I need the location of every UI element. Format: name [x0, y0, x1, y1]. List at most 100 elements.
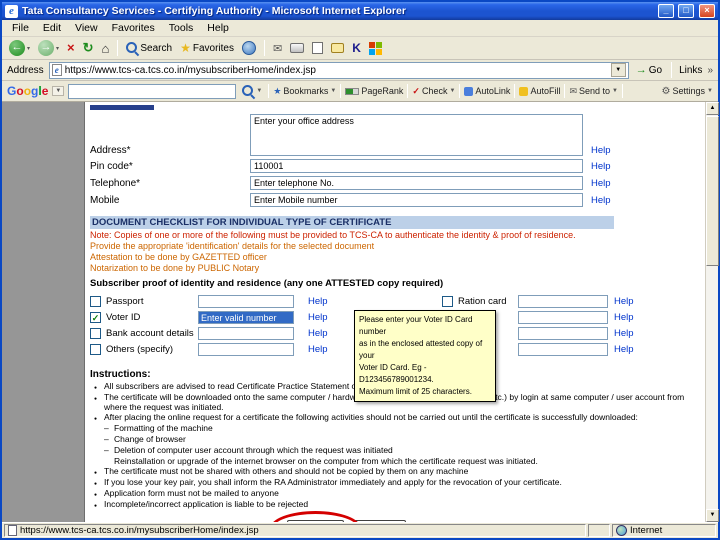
google-autofill-button[interactable]: AutoFill [519, 86, 560, 96]
google-send-to-button[interactable]: Send to▼ [569, 86, 618, 97]
pin-code-field[interactable]: 110001 [250, 159, 583, 173]
forward-icon: → [38, 40, 55, 56]
title-bar[interactable]: e Tata Consultancy Services - Certifying… [2, 2, 718, 20]
doc-number-input[interactable] [518, 294, 608, 308]
help-link[interactable]: Help [591, 145, 611, 156]
menu-item-favorites[interactable]: Favorites [106, 21, 161, 35]
right-doc-item-0: Ration card Help [442, 294, 699, 308]
checkbox-others-specify[interactable] [90, 343, 101, 355]
help-link[interactable]: Help [591, 161, 611, 172]
address-dropdown-button[interactable]: ▼ [610, 63, 626, 77]
checkbox-bank-account-details[interactable] [90, 327, 101, 339]
doc-number-input[interactable] [198, 294, 294, 308]
print-button[interactable] [288, 42, 306, 54]
edit-icon [312, 42, 324, 54]
google-pagerank-button[interactable]: PageRank [345, 86, 403, 96]
doc-number-input[interactable] [198, 326, 294, 340]
chevron-down-icon: ▾ [27, 45, 31, 52]
google-settings-button[interactable]: Settings▼ [662, 86, 713, 97]
menu-item-help[interactable]: Help [201, 21, 235, 35]
edit-button[interactable] [310, 41, 325, 55]
checkbox-ration-card[interactable] [442, 295, 453, 307]
close-button[interactable]: × [699, 4, 715, 18]
doc-number-input[interactable]: Enter valid number [198, 310, 294, 324]
scroll-up-button[interactable]: ▲ [706, 102, 719, 115]
check-icon [412, 86, 420, 97]
google-logo-dropdown[interactable]: ▼ [52, 86, 65, 96]
doc-number-input[interactable] [518, 342, 608, 356]
settings-icon [662, 86, 671, 97]
instruction-item: Reinstallation or upgrade of the interne… [114, 455, 538, 466]
go-button[interactable]: → Go [634, 63, 664, 77]
address-input[interactable]: e https://www.tcs-ca.tcs.co.in/mysubscri… [48, 61, 629, 79]
messenger-button[interactable]: K [350, 40, 363, 56]
telephone-field[interactable]: Enter telephone No. [250, 176, 583, 190]
print-icon [290, 43, 305, 53]
separator [268, 84, 270, 98]
button-label: AutoFill [530, 86, 561, 96]
instruction-item: Incomplete/incorrect application is liab… [90, 499, 692, 511]
favorites-button[interactable]: ★ Favorites [178, 40, 236, 56]
reset-button[interactable]: Reset [354, 519, 407, 522]
discuss-icon [331, 43, 345, 53]
history-button[interactable] [240, 40, 258, 56]
back-button[interactable]: ← ▾ [7, 39, 32, 57]
address-label: Address* [90, 145, 131, 156]
menu-item-edit[interactable]: Edit [37, 21, 67, 35]
google-search-input[interactable] [68, 83, 237, 99]
submit-button[interactable]: Submit [286, 519, 344, 522]
forward-button[interactable]: → ▾ [36, 39, 61, 57]
chevron-down-icon: ▼ [449, 88, 456, 94]
google-check-button[interactable]: Check▼ [412, 86, 455, 97]
help-link[interactable]: Help [614, 296, 634, 307]
discuss-button[interactable] [329, 42, 346, 54]
stop-icon: × [67, 40, 75, 55]
scroll-down-button[interactable]: ▼ [706, 509, 719, 522]
mail-button[interactable]: ✉ [271, 41, 284, 56]
minimize-button[interactable]: _ [658, 4, 674, 18]
doc-number-input[interactable] [518, 326, 608, 340]
stop-button[interactable]: × [65, 40, 77, 56]
google-search-button[interactable]: ▼ [240, 84, 264, 98]
vertical-scrollbar[interactable]: ▲ ▼ [705, 102, 719, 522]
help-link[interactable]: Help [591, 195, 611, 206]
chevron-down-icon: ▾ [56, 45, 60, 52]
checkbox-passport[interactable] [90, 295, 101, 307]
help-link[interactable]: Help [614, 312, 634, 323]
doc-label: Passport [106, 295, 144, 307]
separator [340, 84, 342, 98]
home-button[interactable]: ⌂ [100, 40, 112, 57]
scroll-thumb[interactable] [706, 116, 719, 266]
checkbox-voter-id[interactable]: ✓ [90, 311, 101, 323]
help-link[interactable]: Help [591, 178, 611, 189]
menu-item-view[interactable]: View [69, 21, 104, 35]
chevron-overflow-icon[interactable]: » [707, 65, 713, 76]
checklist-header: DOCUMENT CHECKLIST FOR INDIVIDUAL TYPE O… [90, 216, 614, 229]
help-link[interactable]: Help [308, 296, 328, 307]
help-link[interactable]: Help [614, 328, 634, 339]
address-field[interactable]: Enter your office address [250, 114, 583, 156]
form-row: Telephone* Enter telephone No. Help [90, 176, 699, 190]
status-bar: https://www.tcs-ca.tcs.co.in/mysubscribe… [2, 522, 718, 538]
doc-number-input[interactable] [518, 310, 608, 324]
checklist-note: Attestation to be done by GAZETTED offic… [90, 252, 267, 262]
doc-number-input[interactable] [198, 342, 294, 356]
google-autolink-button[interactable]: AutoLink [464, 86, 510, 96]
help-link[interactable]: Help [308, 328, 328, 339]
help-link[interactable]: Help [308, 344, 328, 355]
browser-content: Address* Enter your office address Help Pin… [2, 102, 719, 522]
menu-item-tools[interactable]: Tools [163, 21, 200, 35]
help-link[interactable]: Help [614, 344, 634, 355]
status-zone-panel: Internet [612, 524, 716, 537]
mobile-field[interactable]: Enter Mobile number [250, 193, 583, 207]
menu-item-file[interactable]: File [6, 21, 35, 35]
google-bookmarks-button[interactable]: Bookmarks▼ [273, 86, 336, 97]
window-title: Tata Consultancy Services - Certifying A… [22, 5, 406, 17]
links-label[interactable]: Links [679, 65, 702, 76]
mail-icon: ✉ [272, 42, 283, 55]
help-link[interactable]: Help [308, 312, 328, 323]
maximize-button[interactable]: □ [678, 4, 694, 18]
refresh-button[interactable]: ↻ [81, 39, 96, 57]
search-button[interactable]: Search [124, 41, 174, 55]
home-icon: ⌂ [101, 40, 110, 56]
